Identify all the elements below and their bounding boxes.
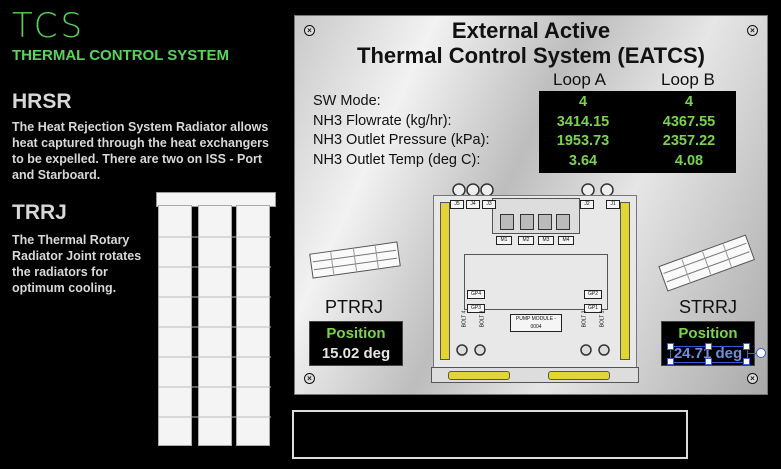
strrj-position-label: Position: [678, 325, 738, 342]
loop-a-flowrate: 3414.15: [556, 113, 610, 130]
pump-base: [431, 367, 639, 383]
pressure-label: NH3 Outlet Pressure (kPa):: [313, 132, 490, 148]
panel-title-line1: External Active: [451, 18, 611, 43]
connector-tag: J4: [466, 200, 480, 209]
panel-title-line2: Thermal Control System (EATCS): [357, 43, 705, 68]
loop-b-pressure: 2357.22: [662, 133, 716, 149]
temp-label: NH3 Outlet Temp (deg C):: [313, 151, 481, 168]
loop-a-values: 4 3414.15 1953.73 3.64: [539, 93, 627, 171]
trrj-description: The Thermal Rotary Radiator Joint rotate…: [12, 233, 142, 295]
resize-handle[interactable]: [705, 358, 712, 365]
screw-icon: ×: [747, 373, 758, 384]
telemetry-values-box: 4 3414.15 1953.73 3.64 4 4367.55 2357.22…: [539, 91, 736, 173]
rotate-handle[interactable]: [756, 348, 766, 358]
port-radiator-icon: [309, 241, 401, 279]
eatcs-panel: × × × × External Active Thermal Control …: [294, 15, 768, 395]
loop-a-pressure: 1953.73: [556, 133, 610, 149]
status-output-box: [292, 410, 688, 459]
bolt-label: BOLT 3: [479, 310, 486, 328]
bolt-label: BOLT 4: [461, 310, 468, 328]
loop-b-sw-mode: 4: [684, 94, 694, 110]
resize-handle[interactable]: [705, 343, 712, 350]
motor-tag: M3: [538, 236, 554, 245]
loop-a-sw-mode: 4: [578, 94, 588, 110]
resize-handle[interactable]: [667, 358, 674, 365]
connector-tag: J5: [450, 200, 464, 209]
gp-tag: GP4: [467, 290, 485, 299]
hrsr-heading: HRSR: [12, 90, 72, 113]
pump-module-label: PUMP MODULE - 0004: [510, 314, 562, 332]
radiator-illustration: [156, 192, 276, 446]
connector-tag: J1: [606, 200, 620, 209]
ptrrj-position-label: Position: [326, 325, 386, 342]
screw-icon: ×: [304, 373, 315, 384]
pump-center: [464, 254, 608, 310]
ptrrj-position-value: 15.02 deg: [321, 345, 391, 362]
resize-handle[interactable]: [743, 358, 750, 365]
ptrrj-position-box: Position 15.02 deg: [309, 321, 403, 366]
bolt-icons: [456, 344, 610, 356]
loop-b-header: Loop B: [661, 70, 715, 89]
rotate-handle-line: [748, 353, 756, 354]
loop-b-temp: 4.08: [674, 152, 704, 169]
app-subtitle: THERMAL CONTROL SYSTEM: [12, 47, 229, 64]
connector-tag: J3: [482, 200, 496, 209]
flowrate-label: NH3 Flowrate (kg/hr):: [313, 112, 452, 129]
motor-tag: M2: [518, 236, 534, 245]
loop-b-flowrate: 4367.55: [662, 113, 716, 130]
sw-mode-label: SW Mode:: [313, 93, 381, 109]
gp-tag: GP2: [584, 290, 602, 299]
pump-module: J5 J4 J3 J2 J1 M1 M2 M3 M4 GP4 GP3 GP2 G…: [433, 195, 637, 371]
bolt-label: BOLT 2: [581, 310, 588, 328]
resize-handle[interactable]: [667, 343, 674, 350]
starboard-radiator-icon: [658, 234, 755, 292]
motor-tag: M1: [496, 236, 512, 245]
trrj-heading: TRRJ: [12, 201, 67, 224]
resize-handle[interactable]: [743, 343, 750, 350]
telemetry-labels: SW Mode: NH3 Flowrate (kg/hr): NH3 Outle…: [313, 92, 543, 170]
loop-a-header: Loop A: [553, 70, 606, 89]
connector-tag: J2: [580, 200, 594, 209]
motor-tag: M4: [558, 236, 574, 245]
loop-b-values: 4 4367.55 2357.22 4.08: [645, 93, 733, 171]
loop-a-temp: 3.64: [568, 152, 598, 169]
ptrrj-label: PTRRJ: [325, 297, 383, 317]
app-title: TCS: [12, 6, 86, 46]
bolt-label: BOLT 1: [599, 310, 606, 328]
strrj-label: STRRJ: [679, 297, 737, 317]
hrsr-description: The Heat Rejection System Radiator allow…: [12, 120, 269, 182]
